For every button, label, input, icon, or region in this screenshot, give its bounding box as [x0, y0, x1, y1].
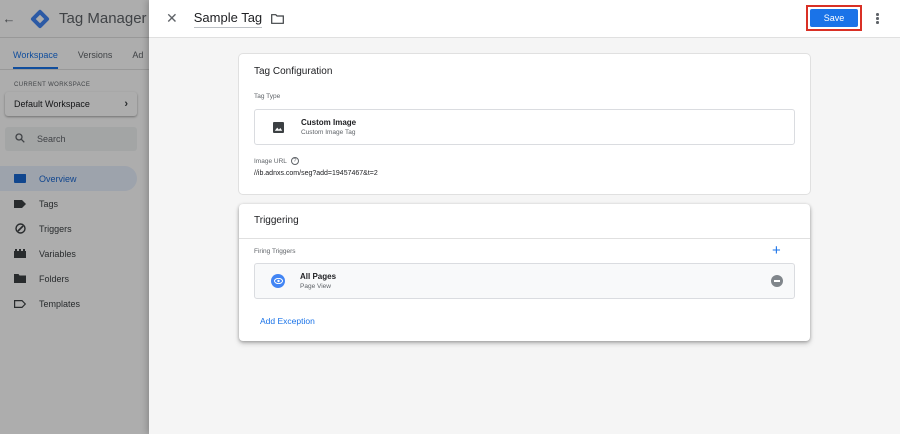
image-url-value[interactable]: //ib.adnxs.com/seg?add=19457467&t=2 — [254, 170, 378, 177]
image-url-label: Image URL — [254, 157, 287, 165]
sheet-header: ✕ Sample Tag Save — [149, 0, 900, 38]
divider — [239, 238, 810, 239]
trigger-type: Page View — [300, 283, 331, 290]
tag-type-selector[interactable]: Custom Image Custom Image Tag — [254, 109, 795, 145]
tag-name-field[interactable]: Sample Tag — [193, 10, 263, 28]
tag-type-name: Custom Image — [301, 118, 357, 127]
image-url-label-row: Image URL ? — [254, 157, 299, 165]
firing-triggers-label: Firing Triggers — [254, 248, 296, 255]
save-button-highlight: Save — [806, 5, 862, 31]
modal-scrim[interactable] — [0, 0, 149, 434]
image-icon — [273, 121, 284, 133]
add-exception-button[interactable]: Add Exception — [260, 316, 315, 326]
tag-type-label: Tag Type — [254, 93, 281, 100]
help-icon[interactable]: ? — [290, 157, 299, 165]
card-title: Tag Configuration — [254, 66, 333, 77]
save-button[interactable]: Save — [810, 9, 858, 27]
more-vert-icon[interactable] — [876, 13, 879, 25]
folder-icon[interactable] — [271, 13, 285, 24]
trigger-name: All Pages — [300, 272, 337, 281]
triggering-card: Triggering Firing Triggers + All Pages P… — [239, 204, 810, 341]
remove-circle-icon[interactable] — [771, 275, 783, 287]
card-title: Triggering — [254, 215, 299, 226]
tag-editor-sheet: ✕ Sample Tag Save Tag Configuration Tag … — [149, 0, 900, 434]
tag-configuration-card[interactable]: Tag Configuration Tag Type Custom Image … — [239, 54, 810, 194]
eye-icon — [271, 274, 285, 288]
close-icon[interactable]: ✕ — [166, 10, 178, 27]
tag-type-subtitle: Custom Image Tag — [301, 129, 356, 136]
trigger-row[interactable]: All Pages Page View — [254, 263, 795, 299]
add-trigger-icon[interactable]: + — [772, 242, 781, 259]
